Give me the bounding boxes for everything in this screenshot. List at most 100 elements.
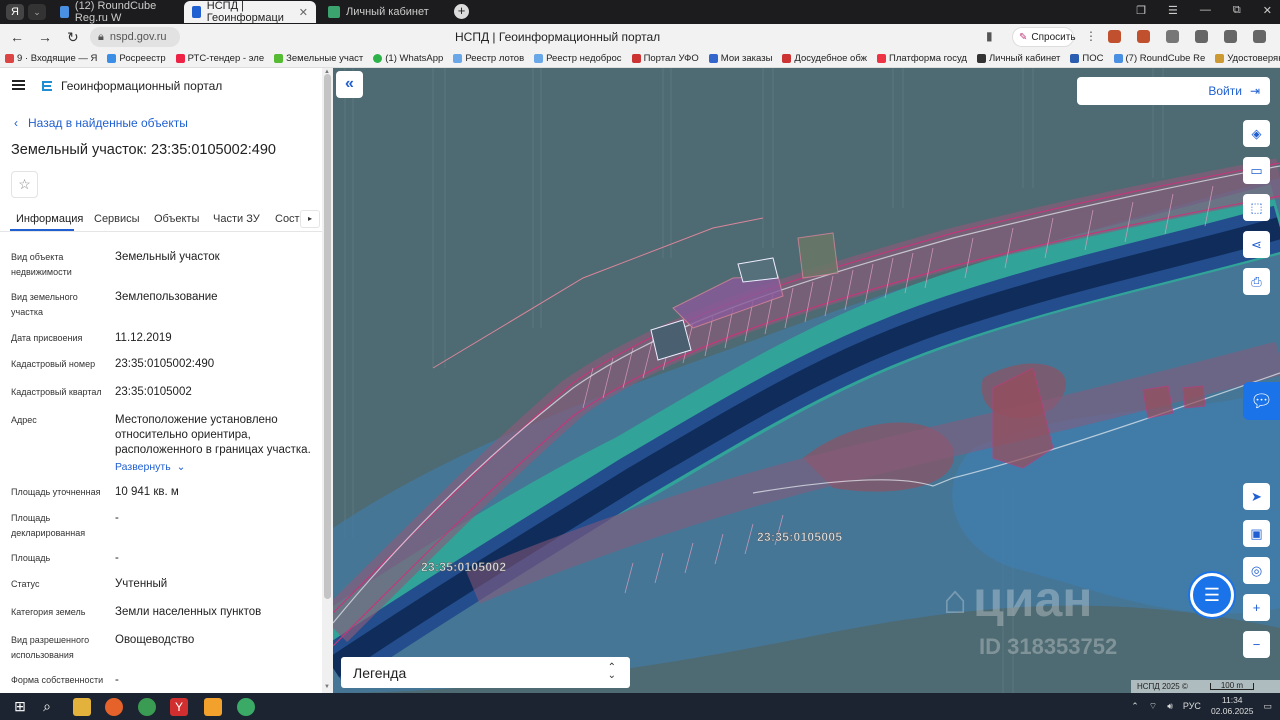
ruler-button[interactable]: ▭ [1243, 157, 1270, 184]
zoom-in-button[interactable]: + [1243, 594, 1270, 621]
bookmark-item[interactable]: Реестр лотов [448, 53, 529, 64]
bookmark-item[interactable]: (7) RoundCube Re [1109, 53, 1211, 64]
search-icon[interactable]: ⌕ [38, 698, 56, 716]
property-value: - [115, 512, 119, 524]
windows-start-icon[interactable]: ⊞ [11, 698, 29, 716]
tab-parts[interactable]: Части ЗУ [213, 213, 260, 225]
bookmark-item[interactable]: Платформа госуд [872, 53, 972, 64]
layers-button[interactable]: ◈ [1243, 120, 1270, 147]
support-chat-tab[interactable]: 💬︎ [1243, 382, 1280, 420]
new-tab-button[interactable]: + [454, 4, 469, 19]
bookmark-item[interactable]: Земельные участ [269, 53, 368, 64]
bookmark-item[interactable]: (1) WhatsApp [368, 53, 448, 64]
tabs-scroll-right-icon[interactable]: ▸ [300, 210, 320, 228]
tab-information[interactable]: Информация [16, 213, 83, 225]
portal-name: Геоинформационный портал [61, 79, 223, 93]
hamburger-menu-icon[interactable] [12, 80, 25, 90]
address-bar: ← → ↻ 🔒︎ nspd.gov.ru НСПД | Геоинформаци… [0, 24, 1280, 50]
tab-roundcube[interactable]: (12) RoundCube Reg.ru W [52, 0, 180, 24]
certificate-icon [1215, 54, 1225, 63]
network-app-icon[interactable] [237, 698, 255, 716]
bookmark-item[interactable]: Мои заказы [704, 53, 778, 64]
bookmark-item[interactable]: Портал УФО [627, 53, 704, 64]
property-value: Земельный участок [115, 251, 220, 263]
minimize-icon[interactable]: — [1200, 4, 1211, 17]
window-controls: ❐ ☰ — ⧉ ✕ [1136, 4, 1272, 17]
active-tab-indicator [10, 229, 74, 231]
property-value: - [115, 674, 119, 686]
back-to-results-link[interactable]: ‹ Назад в найденные объекты [14, 116, 188, 130]
page-title: НСПД | Геоинформационный портал [455, 30, 661, 44]
close-window-icon[interactable]: ✕ [1263, 4, 1272, 17]
clock-date: 02.06.2025 [1210, 706, 1254, 716]
tab-nspd[interactable]: НСПД | Геоинформаци ✕ [184, 0, 316, 24]
property-value: 23:35:0105002:490 [115, 358, 215, 370]
ask-button[interactable]: ✎ Спросить [1012, 27, 1076, 47]
extension-icon[interactable] [1166, 30, 1179, 43]
map-canvas[interactable] [333, 68, 1280, 693]
url-field[interactable]: 🔒︎ nspd.gov.ru [90, 27, 180, 47]
chat-fab-button[interactable]: ☰ [1190, 573, 1234, 617]
extension-icon[interactable] [1137, 30, 1150, 43]
bookmark-item[interactable]: Досудебное обж [777, 53, 872, 64]
scroll-down-icon[interactable]: ▼ [324, 684, 330, 690]
zoom-in-icon: + [1252, 600, 1261, 615]
bookmark-item[interactable]: Личный кабинет [972, 53, 1065, 64]
app-icon[interactable] [204, 698, 222, 716]
bookmark-label: Платформа госуд [889, 53, 967, 64]
favorite-star-button[interactable]: ☆ [11, 171, 38, 198]
locate-button[interactable]: ➤ [1243, 483, 1270, 510]
bookmark-label: Досудебное обж [794, 53, 868, 64]
tabs-icon[interactable]: ❐ [1136, 4, 1146, 17]
tab-services[interactable]: Сервисы [94, 213, 140, 225]
reload-icon[interactable]: ↻ [67, 29, 79, 46]
tab-list-chevron-icon[interactable]: ⌄ [28, 4, 46, 20]
more-icon[interactable]: ⋮ [1085, 29, 1097, 43]
browser-logo-icon[interactable]: Я [6, 4, 24, 20]
yandex-browser-icon[interactable]: Y [170, 698, 188, 716]
menu-icon[interactable]: ☰ [1168, 4, 1178, 17]
wifi-icon[interactable]: ⌔ [1149, 701, 1157, 712]
bookmark-item[interactable]: 9 · Входящие — Я [0, 53, 102, 64]
close-tab-icon[interactable]: ✕ [299, 6, 308, 19]
tray-chevron-icon[interactable]: ⌃ [1131, 701, 1139, 712]
geo-button[interactable]: ◎ [1243, 557, 1270, 584]
extension-icon[interactable] [1108, 30, 1121, 43]
puzzle-icon[interactable] [1195, 30, 1208, 43]
bookmark-item[interactable]: Росреестр [102, 53, 170, 64]
scrollbar-thumb[interactable] [324, 74, 331, 599]
zoom-out-button[interactable]: − [1243, 631, 1270, 658]
file-explorer-icon[interactable] [73, 698, 91, 716]
clock[interactable]: 11:34 02.06.2025 [1211, 695, 1254, 717]
screen-button[interactable]: ▣ [1243, 520, 1270, 547]
restore-icon[interactable]: ⧉ [1233, 4, 1241, 17]
bookmark-item[interactable]: Реестр недоброс [529, 53, 626, 64]
chevron-down-icon: ⌄ [176, 461, 186, 473]
keyboard-language[interactable]: РУС [1183, 701, 1201, 711]
firefox-icon[interactable] [105, 698, 123, 716]
extension-icon[interactable] [1224, 30, 1237, 43]
download-icon[interactable] [1253, 30, 1266, 43]
bookmark-icon[interactable]: ▮ [986, 29, 993, 43]
map-view[interactable]: « Войти ⇥ ◈ ▭ ⬚ ⋖ ⎙ 💬︎ ➤ ▣ ◎ + − ☰ 23:35… [333, 68, 1280, 693]
tab-cabinet[interactable]: Личный кабинет [320, 1, 440, 23]
property-value: Землепользование [115, 291, 218, 303]
back-icon[interactable]: ← [10, 29, 24, 45]
forward-icon[interactable]: → [38, 29, 52, 45]
login-button[interactable]: Войти ⇥ [1077, 77, 1270, 105]
tab-objects[interactable]: Объекты [154, 213, 199, 225]
bookmark-item[interactable]: РТС-тендер - эле [171, 53, 270, 64]
bookmark-item[interactable]: ПОС [1065, 53, 1108, 64]
bookmark-item[interactable]: Удостоверяющий [1210, 53, 1280, 64]
layers-icon: ◈ [1251, 125, 1262, 141]
legend-dropdown[interactable]: Легенда ⌃ ⌄ [341, 657, 630, 688]
collapse-panel-button[interactable]: « [336, 71, 363, 98]
expand-address-link[interactable]: Развернуть ⌄ [115, 460, 320, 475]
volume-icon[interactable]: 🔊︎ [1167, 701, 1173, 712]
select-area-button[interactable]: ⬚ [1243, 194, 1270, 221]
panel-scrollbar[interactable]: ▲ ▼ [322, 68, 333, 693]
chrome-icon[interactable] [138, 698, 156, 716]
share-button[interactable]: ⋖ [1243, 231, 1270, 258]
print-button[interactable]: ⎙ [1243, 268, 1270, 295]
notification-icon[interactable]: ▭ [1263, 701, 1272, 712]
